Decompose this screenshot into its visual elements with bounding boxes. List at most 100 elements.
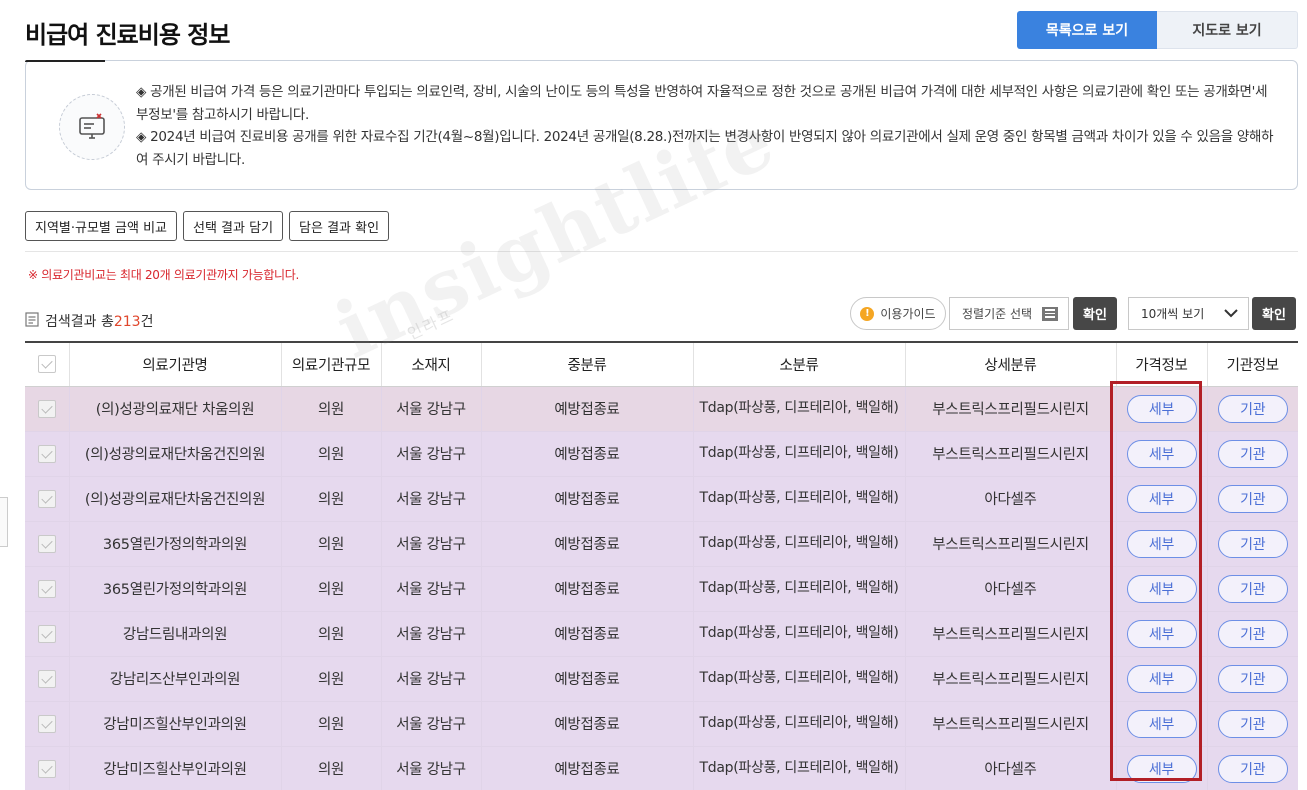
- cell-size: 의원: [280, 746, 381, 790]
- region-compare-button[interactable]: 지역별·규모별 금액 비교: [25, 211, 177, 241]
- org-info-button[interactable]: 기관: [1217, 754, 1288, 783]
- cell-sub: Tdap(파상풍, 디프테리아, 백일해): [692, 431, 905, 477]
- cell-size: 의원: [280, 386, 381, 432]
- cell-mid: 예방접종료: [480, 521, 693, 567]
- cell-detail: 부스트릭스프리필드시린지: [904, 656, 1116, 702]
- view-saved-button[interactable]: 담은 결과 확인: [289, 211, 390, 241]
- cell-mid: 예방접종료: [480, 611, 693, 657]
- compare-limit-warning: ※ 의료기관비교는 최대 20개 의료기관까지 가능합니다.: [28, 268, 300, 282]
- list-icon: [1042, 306, 1058, 321]
- list-document-icon: [25, 311, 39, 331]
- cell-size: 의원: [280, 521, 381, 567]
- detail-button[interactable]: 세부: [1126, 754, 1197, 783]
- result-prefix: 검색결과 총: [45, 314, 114, 330]
- row-checkbox[interactable]: [37, 669, 56, 688]
- result-number: 213: [113, 314, 141, 330]
- row-checkbox[interactable]: [37, 714, 56, 733]
- row-checkbox[interactable]: [37, 534, 56, 553]
- map-view-button[interactable]: 지도로 보기: [1157, 11, 1298, 49]
- page-title: 비급여 진료비용 정보: [25, 21, 230, 49]
- per-page-value: 10개씩 보기: [1141, 307, 1205, 321]
- org-info-button[interactable]: 기관: [1217, 394, 1288, 423]
- sort-confirm-button[interactable]: 확인: [1073, 297, 1117, 330]
- computer-payment-icon: [59, 94, 125, 160]
- result-suffix: 건: [140, 314, 154, 330]
- usage-guide-button[interactable]: ! 이용가이드: [850, 297, 946, 330]
- detail-button[interactable]: 세부: [1126, 484, 1197, 513]
- cell-name: 강남미즈힐산부인과의원: [68, 701, 281, 747]
- cell-location: 서울 강남구: [380, 521, 481, 567]
- row-checkbox-cell: [25, 521, 69, 567]
- row-checkbox[interactable]: [37, 759, 56, 778]
- cell-detail: 아다셀주: [904, 746, 1116, 790]
- cell-size: 의원: [280, 701, 381, 747]
- org-info-button[interactable]: 기관: [1217, 619, 1288, 648]
- row-checkbox[interactable]: [37, 399, 56, 418]
- add-selection-button[interactable]: 선택 결과 담기: [183, 211, 284, 241]
- list-view-button[interactable]: 목록으로 보기: [1017, 11, 1157, 49]
- chevron-down-icon: [1224, 309, 1238, 318]
- col-header-detail: 상세분류: [904, 341, 1116, 387]
- org-info-button[interactable]: 기관: [1217, 709, 1288, 738]
- cell-sub: Tdap(파상풍, 디프테리아, 백일해): [692, 746, 905, 790]
- detail-button[interactable]: 세부: [1126, 529, 1197, 558]
- table-row: 강남미즈힐산부인과의원 의원 서울 강남구 예방접종료 Tdap(파상풍, 디프테리아,…: [25, 701, 1298, 747]
- per-page-confirm-button[interactable]: 확인: [1252, 297, 1296, 330]
- cell-location: 서울 강남구: [380, 476, 481, 522]
- col-header-org: 기관정보: [1206, 341, 1298, 387]
- table-header-row: 의료기관명 의료기관규모 소재지 중분류 소분류 상세분류 가격정보 기관정보: [25, 341, 1298, 387]
- table-row: 강남드림내과의원 의원 서울 강남구 예방접종료 Tdap(파상풍, 디프테리아, 백일…: [25, 611, 1298, 657]
- cell-location: 서울 강남구: [380, 386, 481, 432]
- results-table: 의료기관명 의료기관규모 소재지 중분류 소분류 상세분류 가격정보 기관정보 …: [25, 341, 1298, 790]
- table-row: 강남리즈산부인과의원 의원 서울 강남구 예방접종료 Tdap(파상풍, 디프테리아, …: [25, 656, 1298, 702]
- detail-button[interactable]: 세부: [1126, 439, 1197, 468]
- cell-mid: 예방접종료: [480, 431, 693, 477]
- org-info-button-cell: 기관: [1206, 431, 1298, 477]
- usage-guide-label: 이용가이드: [880, 307, 936, 321]
- detail-button-cell: 세부: [1115, 476, 1207, 522]
- select-all-checkbox[interactable]: [25, 341, 69, 387]
- row-checkbox-cell: [25, 431, 69, 477]
- cell-detail: 아다셀주: [904, 476, 1116, 522]
- org-info-button[interactable]: 기관: [1217, 484, 1288, 513]
- per-page-select[interactable]: 10개씩 보기: [1128, 297, 1249, 330]
- cell-location: 서울 강남구: [380, 701, 481, 747]
- row-checkbox[interactable]: [37, 444, 56, 463]
- info-icon: !: [860, 306, 875, 321]
- org-info-button[interactable]: 기관: [1217, 574, 1288, 603]
- cell-mid: 예방접종료: [480, 386, 693, 432]
- cell-name: 강남드림내과의원: [68, 611, 281, 657]
- row-checkbox[interactable]: [37, 624, 56, 643]
- detail-button-cell: 세부: [1115, 611, 1207, 657]
- org-info-button-cell: 기관: [1206, 656, 1298, 702]
- action-buttons: 지역별·규모별 금액 비교 선택 결과 담기 담은 결과 확인: [25, 211, 390, 241]
- org-info-button[interactable]: 기관: [1217, 664, 1288, 693]
- detail-button[interactable]: 세부: [1126, 394, 1197, 423]
- col-header-mid: 중분류: [480, 341, 693, 387]
- sort-select[interactable]: 정렬기준 선택: [949, 297, 1069, 330]
- cell-location: 서울 강남구: [380, 611, 481, 657]
- cell-detail: 부스트릭스프리필드시린지: [904, 386, 1116, 432]
- org-info-button-cell: 기관: [1206, 521, 1298, 567]
- cell-location: 서울 강남구: [380, 656, 481, 702]
- detail-button[interactable]: 세부: [1126, 709, 1197, 738]
- row-checkbox-cell: [25, 746, 69, 790]
- org-info-button-cell: 기관: [1206, 746, 1298, 790]
- detail-button[interactable]: 세부: [1126, 574, 1197, 603]
- org-info-button[interactable]: 기관: [1217, 529, 1288, 558]
- detail-button[interactable]: 세부: [1126, 664, 1197, 693]
- row-checkbox-cell: [25, 611, 69, 657]
- row-checkbox[interactable]: [37, 579, 56, 598]
- notice-line: ◈ 2024년 비급여 진료비용 공개를 위한 자료수집 기간(4월~8월)입니…: [136, 129, 1274, 168]
- org-info-button[interactable]: 기관: [1217, 439, 1288, 468]
- sort-placeholder: 정렬기준 선택: [962, 307, 1033, 321]
- detail-button-cell: 세부: [1115, 386, 1207, 432]
- cell-detail: 부스트릭스프리필드시린지: [904, 701, 1116, 747]
- cell-name: (의)성광의료재단 차움의원: [68, 386, 281, 432]
- cell-name: (의)성광의료재단차움건진의원: [68, 476, 281, 522]
- row-checkbox[interactable]: [37, 489, 56, 508]
- table-row: 365열린가정의학과의원 의원 서울 강남구 예방접종료 Tdap(파상풍, 디프테리아…: [25, 566, 1298, 612]
- cell-detail: 부스트릭스프리필드시린지: [904, 431, 1116, 477]
- cell-mid: 예방접종료: [480, 701, 693, 747]
- detail-button[interactable]: 세부: [1126, 619, 1197, 648]
